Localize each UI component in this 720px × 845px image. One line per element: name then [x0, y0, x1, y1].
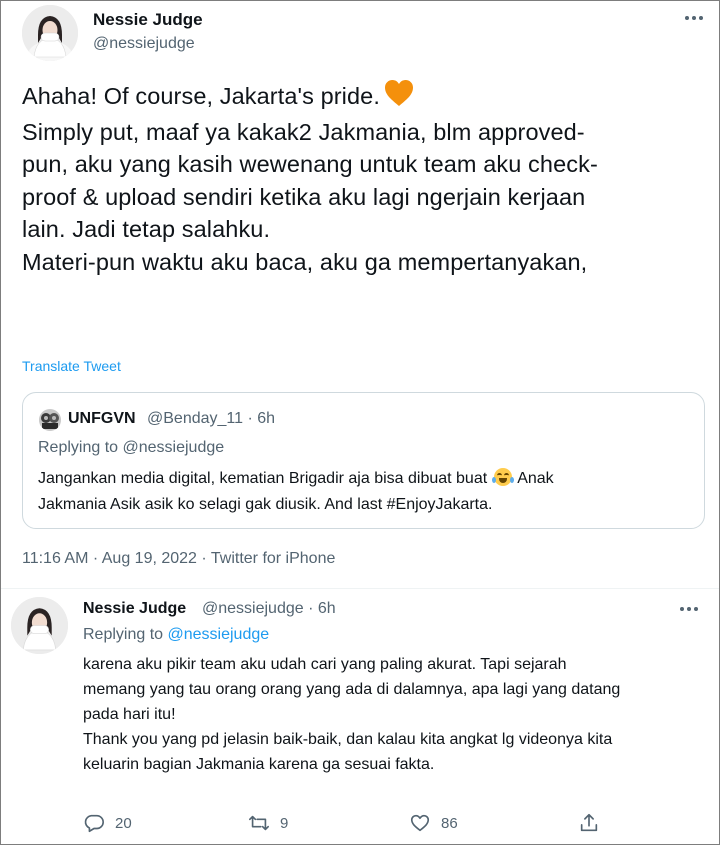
more-options-icon[interactable]: [681, 10, 707, 26]
share-icon: [580, 813, 598, 832]
translate-tweet-link[interactable]: Translate Tweet: [22, 358, 121, 374]
retweet-icon: [249, 815, 269, 831]
quoted-author-name[interactable]: UNFGVN: [68, 410, 136, 428]
tweet-line-6: lain. Jadi tetap salahku.: [22, 216, 271, 242]
reply-replying-to: Replying to @nessiejudge: [83, 626, 269, 644]
orange-heart-icon: [384, 79, 414, 116]
quoted-tweet-text: Jangankan media digital, kematian Brigad…: [38, 466, 688, 518]
reply-line-6: keluarin bagian Jakmania karena ga sesua…: [83, 756, 435, 773]
quoted-tweet-card[interactable]: UNFGVN @Benday_11 · 6h Replying to @ness…: [22, 392, 705, 529]
reply-line-3: pada hari itu!: [83, 706, 176, 723]
reply-line-1: karena aku pikir team aku udah cari yang…: [83, 656, 567, 673]
quoted-text-line2: Jakmania Asik asik ko selagi gak diusik.…: [38, 496, 493, 513]
quoted-author-meta: @Benday_11 · 6h: [147, 410, 276, 427]
retweet-button[interactable]: 9: [248, 810, 288, 836]
reply-count: 20: [115, 814, 132, 832]
tweet-line-5: proof & upload sendiri ketika aku lagi n…: [22, 183, 586, 210]
tweet-line-1: Ahaha! Of course, Jakarta's pride.: [22, 83, 380, 109]
quoted-replying-to: Replying to @nessiejudge: [38, 439, 225, 456]
like-heart-icon: [410, 814, 430, 832]
divider: [1, 588, 719, 589]
reply-line-2: memang yang tau orang orang yang ada di …: [83, 681, 621, 698]
author-handle[interactable]: @nessiejudge: [93, 35, 195, 53]
quoted-text-part2: Anak: [513, 470, 554, 487]
replying-handle-link[interactable]: @nessiejudge: [168, 626, 270, 643]
retweet-count: 9: [280, 814, 289, 832]
tweet-text: Ahaha! Of course, Jakarta's pride. Simpl…: [22, 79, 702, 278]
reply-author-avatar[interactable]: [11, 597, 68, 654]
reply-button[interactable]: 20: [83, 810, 132, 836]
reply-more-options-icon[interactable]: [676, 601, 702, 617]
quoted-author-avatar[interactable]: [39, 409, 61, 431]
reply-author-name[interactable]: Nessie Judge: [83, 600, 186, 618]
tweet-line-3: Simply put, maaf ya kakak2 Jakmania, blm…: [22, 118, 585, 145]
tweet-timestamp[interactable]: 11:16 AM · Aug 19, 2022 · Twitter for iP…: [22, 550, 335, 568]
quoted-text-part1: Jangankan media digital, kematian Brigad…: [38, 470, 488, 487]
reply-line-5: Thank you yang pd jelasin baik-baik, dan…: [83, 731, 613, 748]
share-button[interactable]: [578, 810, 600, 836]
tweet-line-4: pun, aku yang kasih wewenang untuk team …: [22, 151, 598, 177]
reply-bubble-icon: [84, 814, 104, 833]
replying-prefix: Replying to: [83, 626, 168, 643]
like-count: 86: [441, 814, 458, 832]
like-button[interactable]: 86: [409, 810, 458, 836]
reply-text: karena aku pikir team aku udah cari yang…: [83, 652, 708, 777]
face-with-tears-of-joy-icon: [491, 468, 514, 486]
tweet-line-8: Materi-pun waktu aku baca, aku ga memper…: [22, 248, 588, 275]
author-name[interactable]: Nessie Judge: [93, 10, 203, 30]
reply-author-meta: @nessiejudge · 6h: [202, 600, 336, 617]
author-avatar[interactable]: [22, 5, 78, 61]
